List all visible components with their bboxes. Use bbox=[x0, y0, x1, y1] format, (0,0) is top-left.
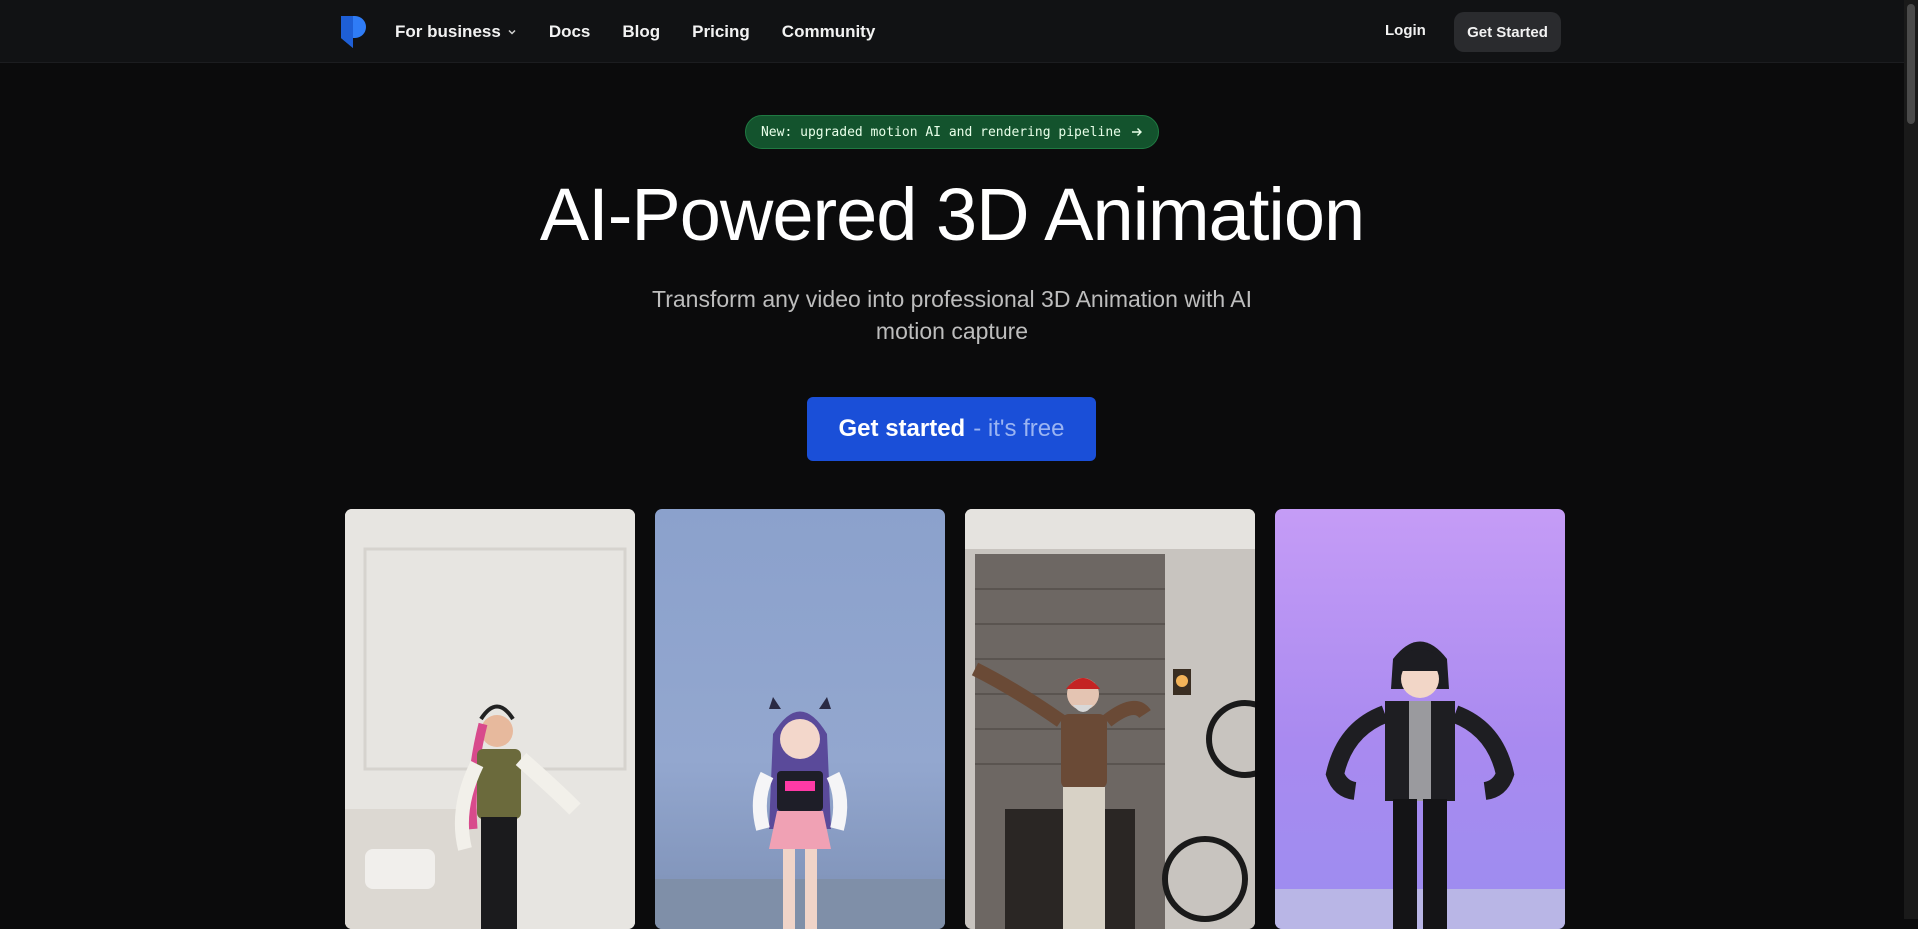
arrow-right-icon bbox=[1132, 128, 1143, 136]
demo-avatar-card-2[interactable] bbox=[655, 509, 945, 929]
nav-pricing[interactable]: Pricing bbox=[692, 22, 750, 42]
demo-avatar-card-4[interactable] bbox=[1275, 509, 1565, 929]
hero-subtitle: Transform any video into professional 3D… bbox=[652, 286, 1252, 344]
nav-links: For business Docs Blog Pricing Community bbox=[395, 0, 907, 63]
scrollbar-thumb[interactable] bbox=[1907, 4, 1915, 124]
anime-girl-avatar-image bbox=[655, 697, 945, 929]
woman-dancing-image bbox=[345, 509, 635, 929]
cta-main-label: Get started bbox=[838, 415, 966, 442]
hero-title: AI-Powered 3D Animation bbox=[539, 173, 1365, 256]
man-dancing-image bbox=[965, 509, 1255, 929]
top-navbar: For business Docs Blog Pricing Community… bbox=[0, 0, 1904, 63]
chevron-down-icon bbox=[508, 29, 516, 35]
demo-video-card-1[interactable] bbox=[345, 509, 635, 929]
page-scrollbar[interactable] bbox=[1904, 0, 1918, 919]
get-started-free-button[interactable]: Get started - it's free bbox=[807, 397, 1096, 461]
brand-logo-icon[interactable] bbox=[339, 14, 367, 50]
anime-boy-avatar-image bbox=[1275, 641, 1565, 929]
nav-for-business[interactable]: For business bbox=[395, 22, 517, 42]
demo-video-card-3[interactable] bbox=[965, 509, 1255, 929]
announcement-text: New: upgraded motion AI and rendering pi… bbox=[760, 124, 1122, 140]
nav-docs[interactable]: Docs bbox=[549, 22, 591, 42]
get-started-nav-button[interactable]: Get Started bbox=[1454, 12, 1561, 52]
nav-community[interactable]: Community bbox=[782, 22, 876, 42]
announcement-pill[interactable]: New: upgraded motion AI and rendering pi… bbox=[745, 115, 1159, 149]
nav-blog[interactable]: Blog bbox=[622, 22, 660, 42]
cta-sub-label: - it's free bbox=[973, 415, 1065, 442]
login-link[interactable]: Login bbox=[1385, 22, 1426, 39]
nav-for-business-label: For business bbox=[395, 21, 501, 41]
